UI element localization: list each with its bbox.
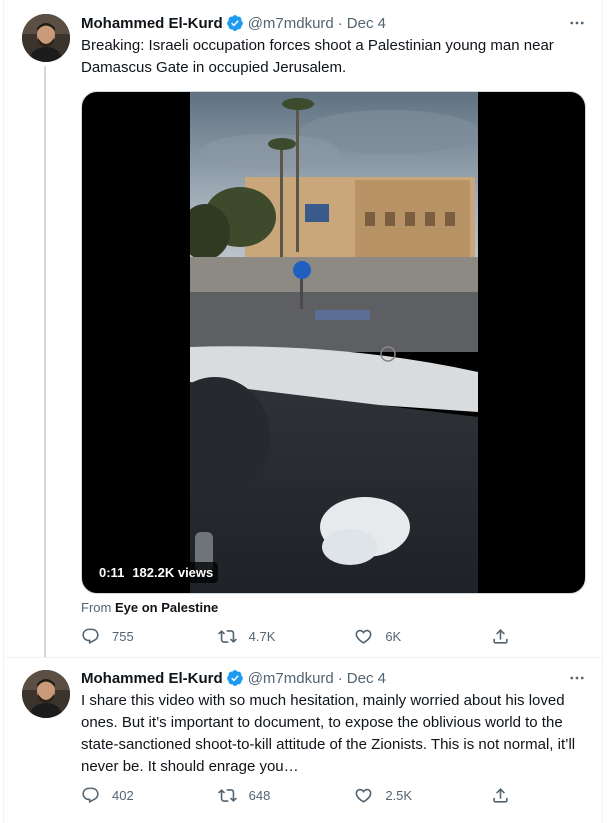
tweet-actions: 755 4.7K 6K xyxy=(81,625,511,647)
like-count: 2.5K xyxy=(385,787,413,803)
reply-button[interactable]: 755 xyxy=(81,627,181,646)
tweet-content: Mohammed El-Kurd @m7mdkurd · Dec 4 Break… xyxy=(81,12,589,615)
share-button[interactable] xyxy=(491,786,511,805)
separator-dot: · xyxy=(337,669,343,687)
more-dots-icon[interactable] xyxy=(565,667,589,689)
tweet-1[interactable]: Mohammed El-Kurd @m7mdkurd · Dec 4 Break… xyxy=(4,0,603,657)
reply-count: 402 xyxy=(112,787,134,803)
reply-button[interactable]: 402 xyxy=(81,786,181,805)
like-button[interactable]: 6K xyxy=(354,627,454,646)
tweet-actions: 402 648 2.5K xyxy=(81,784,511,806)
source-link[interactable]: Eye on Palestine xyxy=(115,600,218,615)
author-handle[interactable]: @m7mdkurd xyxy=(248,670,334,687)
verified-badge-icon xyxy=(226,14,244,32)
author-name[interactable]: Mohammed El-Kurd xyxy=(81,670,223,687)
reply-icon xyxy=(82,628,99,644)
retweet-button[interactable]: 4.7K xyxy=(217,627,318,646)
tweet-date[interactable]: Dec 4 xyxy=(347,15,386,32)
source-prefix: From xyxy=(81,600,112,615)
avatar-photo xyxy=(22,670,70,718)
share-icon xyxy=(493,787,508,803)
retweet-icon xyxy=(217,629,237,643)
retweet-icon xyxy=(217,788,237,802)
video-still-image xyxy=(190,92,478,593)
like-count: 6K xyxy=(385,628,402,644)
video-stats-badge: 0:11 182.2K views xyxy=(94,562,219,583)
video-duration: 0:11 xyxy=(99,565,125,580)
video-player[interactable]: 0:11 182.2K views xyxy=(81,91,586,594)
heart-icon xyxy=(355,629,372,644)
share-button[interactable] xyxy=(491,627,511,646)
tweet-text: I share this video with so much hesitati… xyxy=(81,692,576,775)
tweet-content: Mohammed El-Kurd @m7mdkurd · Dec 4 I sha… xyxy=(81,667,589,778)
author-name[interactable]: Mohammed El-Kurd xyxy=(81,15,223,32)
author-handle[interactable]: @m7mdkurd xyxy=(248,15,334,32)
separator-dot: · xyxy=(337,14,343,32)
verified-badge-icon xyxy=(226,669,244,687)
avatar[interactable] xyxy=(22,14,70,62)
reply-icon xyxy=(82,787,99,803)
more-dots-icon[interactable] xyxy=(565,12,589,34)
retweet-count: 648 xyxy=(248,787,271,803)
tweet-header: Mohammed El-Kurd @m7mdkurd · Dec 4 xyxy=(81,12,589,34)
media-source: From Eye on Palestine xyxy=(81,600,589,615)
avatar-photo xyxy=(22,14,70,62)
retweet-count: 4.7K xyxy=(248,628,276,644)
thread-line xyxy=(44,66,46,657)
tweet-2[interactable]: Mohammed El-Kurd @m7mdkurd · Dec 4 I sha… xyxy=(4,657,603,823)
avatar[interactable] xyxy=(22,670,70,718)
reply-count: 755 xyxy=(112,628,134,644)
tweet-text: Breaking: Israeli occupation forces shoo… xyxy=(81,37,554,76)
like-button[interactable]: 2.5K xyxy=(354,786,454,805)
tweet-header: Mohammed El-Kurd @m7mdkurd · Dec 4 xyxy=(81,667,589,689)
share-icon xyxy=(493,628,508,644)
heart-icon xyxy=(355,788,372,803)
video-views: 182.2K views xyxy=(132,565,214,580)
video-frame[interactable] xyxy=(190,92,478,593)
retweet-button[interactable]: 648 xyxy=(217,786,318,805)
tweet-date[interactable]: Dec 4 xyxy=(347,670,386,687)
